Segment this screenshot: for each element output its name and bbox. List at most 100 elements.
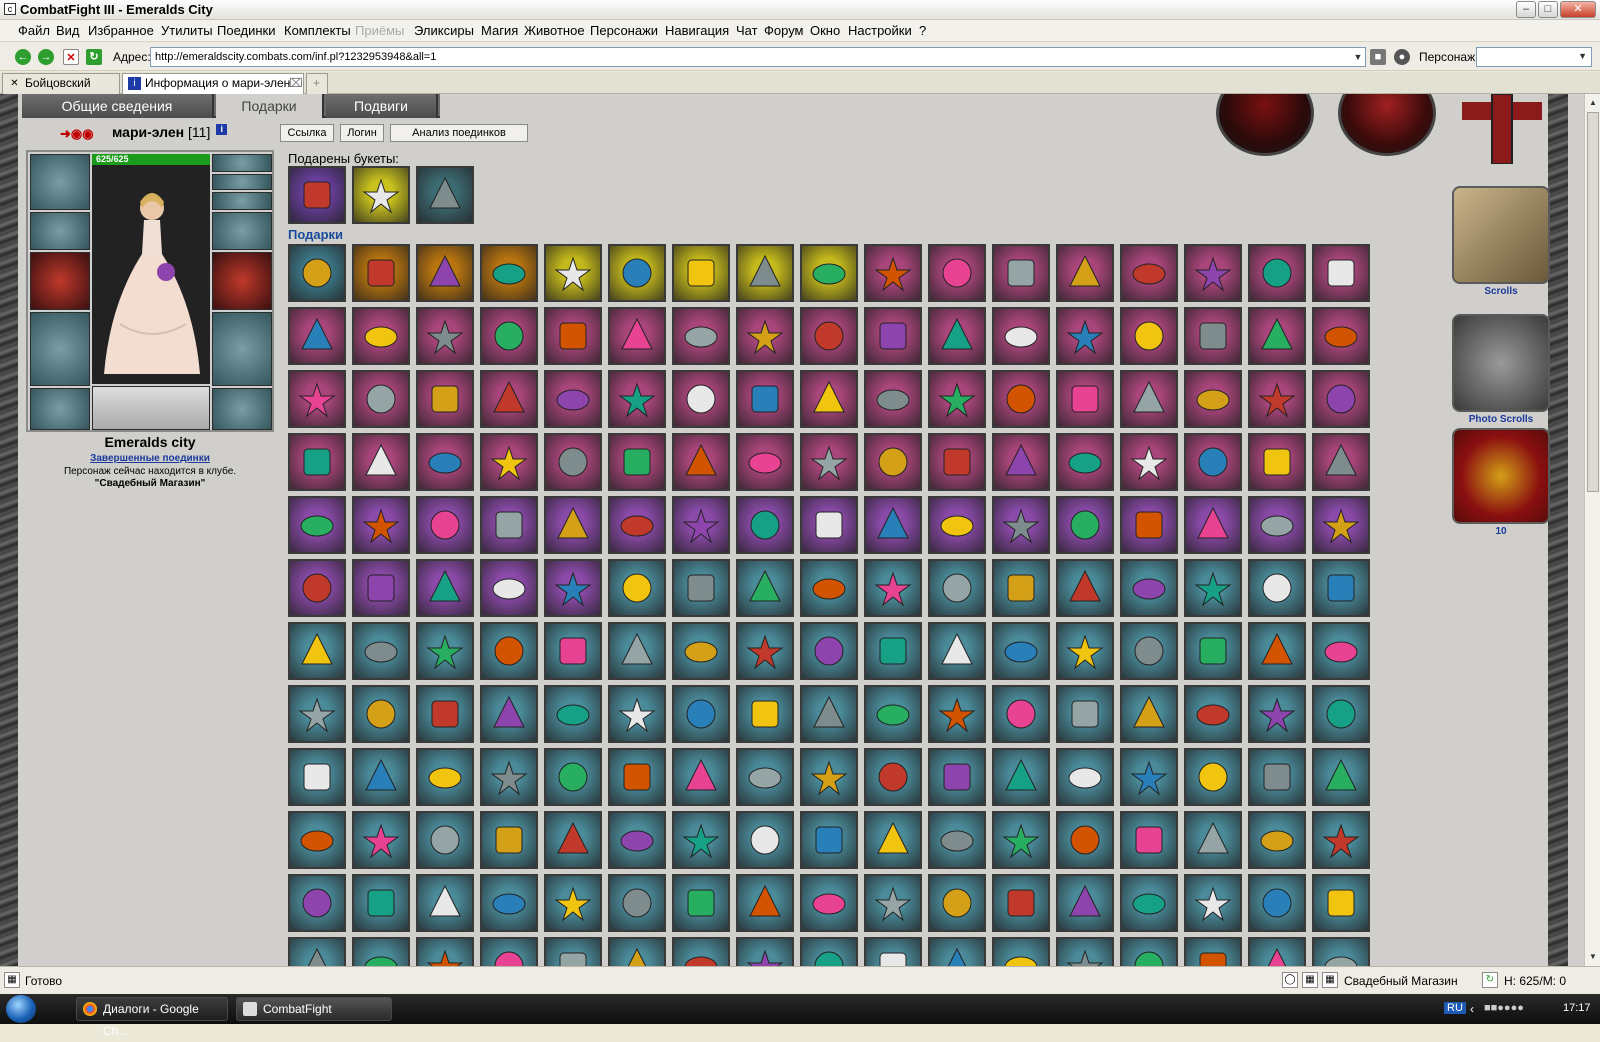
gift-item[interactable] [864, 811, 922, 869]
gift-item[interactable] [352, 685, 410, 743]
gift-item[interactable] [992, 937, 1050, 966]
gift-item[interactable] [416, 811, 474, 869]
gift-item[interactable] [864, 685, 922, 743]
close-tab-icon[interactable]: ⌧ [289, 74, 303, 93]
forward-icon[interactable]: → [38, 49, 54, 65]
gift-item[interactable] [800, 559, 858, 617]
gift-item[interactable] [736, 622, 794, 680]
gift-item[interactable] [992, 307, 1050, 365]
gift-item[interactable] [1312, 811, 1370, 869]
scroll-thumb[interactable] [1587, 112, 1599, 492]
address-dropdown-icon[interactable]: ▼ [1351, 48, 1365, 66]
tab-fight-club[interactable]: ✕ Бойцовский клуб [2, 73, 120, 109]
gift-item[interactable] [480, 244, 538, 302]
gift-item[interactable] [1120, 559, 1178, 617]
gift-item[interactable] [864, 244, 922, 302]
gift-item[interactable] [480, 748, 538, 806]
gift-item[interactable] [800, 937, 858, 966]
gift-item[interactable] [416, 370, 474, 428]
gift-item[interactable] [416, 496, 474, 554]
gift-item[interactable] [1056, 370, 1114, 428]
slot-belt[interactable] [30, 388, 90, 430]
gift-item[interactable] [288, 811, 346, 869]
gift-item[interactable] [864, 307, 922, 365]
gift-item[interactable] [288, 937, 346, 966]
character-name[interactable]: мари-элен [112, 124, 184, 140]
gift-item[interactable] [1248, 307, 1306, 365]
gift-item[interactable] [1312, 559, 1370, 617]
gift-item[interactable] [480, 433, 538, 491]
menu-battles[interactable]: Поединки [217, 23, 276, 38]
gift-item[interactable] [736, 307, 794, 365]
gift-item[interactable] [352, 811, 410, 869]
gift-item[interactable] [1120, 874, 1178, 932]
gift-item[interactable] [1056, 874, 1114, 932]
scrolls-label[interactable]: Scrolls [1452, 286, 1550, 297]
tray-arrow-icon[interactable]: ‹ [1470, 1002, 1474, 1016]
taskbar-item-combatfight[interactable]: CombatFight [236, 997, 392, 1021]
gift-item[interactable] [1312, 685, 1370, 743]
gift-item[interactable] [1056, 622, 1114, 680]
camera-icon[interactable] [1452, 314, 1550, 412]
close-button[interactable]: ✕ [1560, 1, 1596, 18]
gift-item[interactable] [608, 370, 666, 428]
gift-item[interactable] [288, 622, 346, 680]
gift-item[interactable] [1184, 874, 1242, 932]
gift-item[interactable] [736, 244, 794, 302]
gift-item[interactable] [1248, 244, 1306, 302]
gift-item[interactable] [1248, 559, 1306, 617]
taskbar-item-chrome[interactable]: Диалоги - Google Ch... [76, 997, 228, 1038]
gift-item[interactable] [1120, 307, 1178, 365]
gift-item[interactable] [608, 811, 666, 869]
gift-item[interactable] [608, 685, 666, 743]
gift-item[interactable] [1248, 874, 1306, 932]
slot-dress[interactable] [212, 312, 272, 386]
gift-item[interactable] [544, 937, 602, 966]
tab-general-info[interactable]: Общие сведения [22, 94, 214, 118]
gift-item[interactable] [352, 370, 410, 428]
menu-view[interactable]: Вид [56, 23, 80, 38]
gift-item[interactable] [992, 433, 1050, 491]
gift-item[interactable] [544, 370, 602, 428]
gift-item[interactable] [1312, 937, 1370, 966]
gift-item[interactable] [1184, 370, 1242, 428]
refresh-icon[interactable]: ↻ [86, 49, 102, 65]
gift-item[interactable] [288, 559, 346, 617]
gift-item[interactable] [1184, 496, 1242, 554]
gift-item[interactable] [1184, 811, 1242, 869]
gift-item[interactable] [672, 937, 730, 966]
gift-item[interactable] [416, 937, 474, 966]
gift-item[interactable] [800, 244, 858, 302]
status-icon-1[interactable]: ◯ [1282, 972, 1298, 988]
gift-item[interactable] [1056, 811, 1114, 869]
gift-item[interactable] [352, 748, 410, 806]
refresh-status-icon[interactable]: ↻ [1482, 972, 1498, 988]
gift-item[interactable] [928, 496, 986, 554]
gift-item[interactable] [352, 622, 410, 680]
gift-item[interactable] [800, 370, 858, 428]
gift-item[interactable] [1120, 748, 1178, 806]
gift-item[interactable] [480, 685, 538, 743]
bouquet-item[interactable] [352, 166, 410, 224]
gift-item[interactable] [1184, 937, 1242, 966]
slot-rings[interactable] [212, 192, 272, 210]
red-cross-emblem[interactable] [1462, 94, 1542, 164]
gift-item[interactable] [864, 433, 922, 491]
gift-item[interactable] [864, 937, 922, 966]
gift-item[interactable] [544, 307, 602, 365]
gift-item[interactable] [928, 685, 986, 743]
character-avatar[interactable]: 625/625 [92, 154, 210, 384]
gift-item[interactable] [544, 433, 602, 491]
bouquet-item[interactable] [416, 166, 474, 224]
gift-item[interactable] [1120, 937, 1178, 966]
gift-item[interactable] [1248, 433, 1306, 491]
gift-item[interactable] [416, 307, 474, 365]
menu-chat[interactable]: Чат [736, 23, 758, 38]
slot-bouquet[interactable] [30, 252, 90, 310]
gift-item[interactable] [992, 811, 1050, 869]
gift-item[interactable] [352, 937, 410, 966]
gift-item[interactable] [800, 433, 858, 491]
gift-item[interactable] [1184, 433, 1242, 491]
gift-item[interactable] [1184, 748, 1242, 806]
gift-item[interactable] [800, 307, 858, 365]
